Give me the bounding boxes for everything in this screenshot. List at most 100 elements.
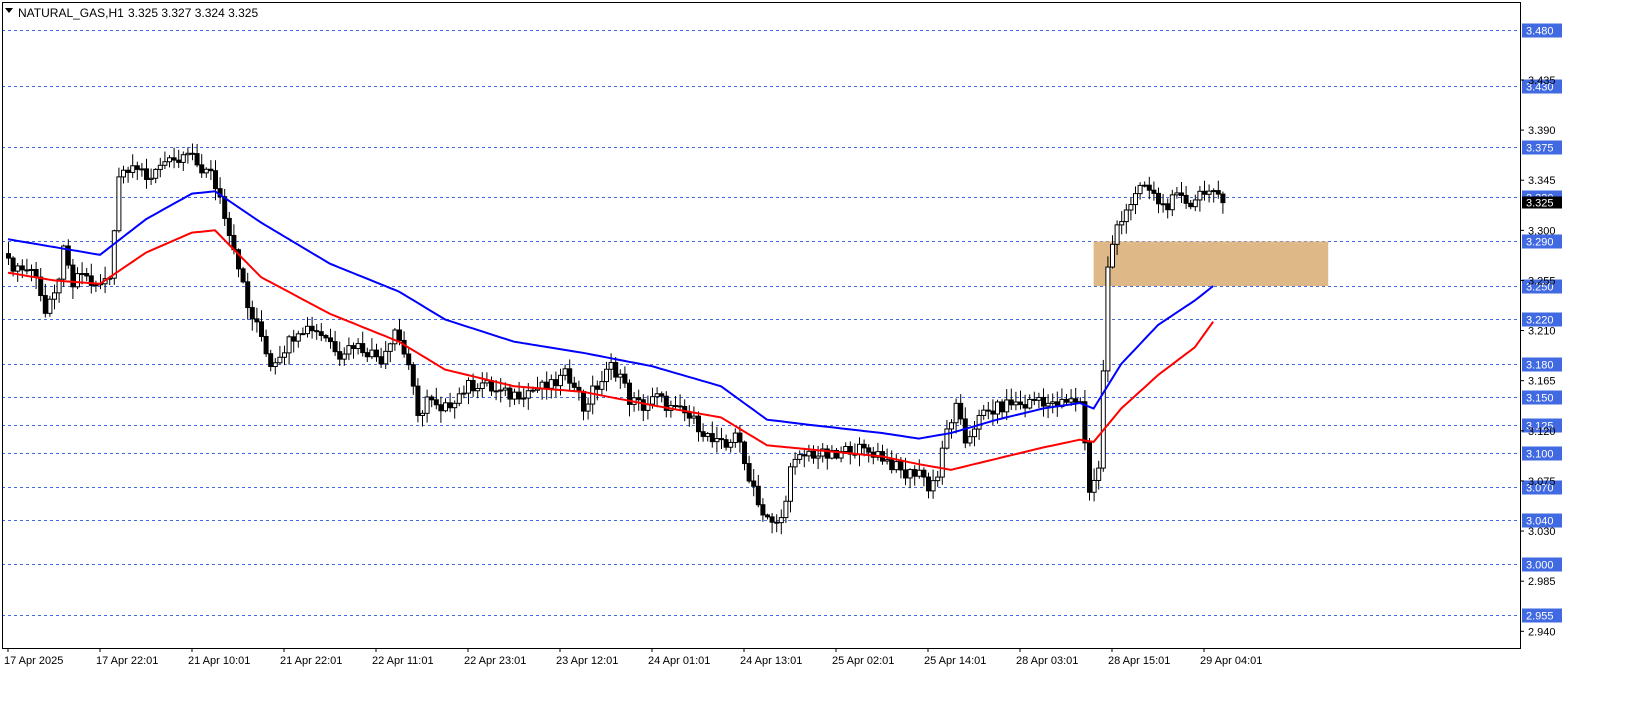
- candle[interactable]: [705, 431, 711, 442]
- candle[interactable]: [305, 317, 310, 338]
- candle[interactable]: [378, 347, 384, 369]
- candle[interactable]: [314, 323, 320, 340]
- candle[interactable]: [1054, 391, 1060, 417]
- candle[interactable]: [167, 155, 172, 168]
- candle[interactable]: [1137, 182, 1143, 200]
- candle[interactable]: [337, 341, 343, 366]
- candle[interactable]: [539, 379, 545, 400]
- candle[interactable]: [792, 452, 798, 475]
- candle[interactable]: [134, 161, 140, 180]
- candle[interactable]: [171, 147, 177, 169]
- candle[interactable]: [6, 242, 11, 266]
- candle[interactable]: [328, 328, 333, 349]
- candle[interactable]: [723, 434, 729, 451]
- candle[interactable]: [617, 369, 623, 389]
- candle[interactable]: [1119, 211, 1125, 235]
- candle[interactable]: [760, 498, 766, 522]
- candle[interactable]: [300, 327, 306, 336]
- candle[interactable]: [778, 509, 784, 535]
- candle[interactable]: [433, 387, 439, 410]
- candle[interactable]: [144, 158, 149, 189]
- candle[interactable]: [70, 258, 76, 299]
- candle[interactable]: [254, 307, 260, 333]
- candle[interactable]: [1013, 391, 1019, 411]
- candle[interactable]: [1188, 199, 1194, 210]
- candle[interactable]: [1004, 389, 1010, 421]
- candle[interactable]: [259, 310, 264, 342]
- candle[interactable]: [949, 419, 954, 439]
- candle[interactable]: [765, 513, 770, 520]
- candle[interactable]: [774, 514, 780, 533]
- candle[interactable]: [562, 364, 568, 381]
- candle[interactable]: [346, 337, 352, 361]
- candle[interactable]: [295, 330, 301, 348]
- candle[interactable]: [291, 329, 297, 353]
- candle[interactable]: [783, 495, 789, 523]
- candle[interactable]: [1100, 359, 1106, 472]
- candle[interactable]: [282, 345, 287, 366]
- candle[interactable]: [916, 459, 922, 479]
- ma-fast-line[interactable]: [7, 190, 1214, 440]
- candle[interactable]: [429, 394, 435, 408]
- candle[interactable]: [939, 440, 945, 485]
- candle[interactable]: [466, 377, 471, 405]
- candle[interactable]: [130, 154, 136, 178]
- candle[interactable]: [424, 389, 430, 423]
- candle[interactable]: [985, 401, 991, 420]
- candle[interactable]: [728, 439, 734, 453]
- candle[interactable]: [245, 272, 251, 320]
- candle[interactable]: [116, 167, 122, 233]
- candle[interactable]: [369, 338, 375, 360]
- candle[interactable]: [286, 334, 292, 365]
- candle[interactable]: [751, 469, 757, 497]
- candle[interactable]: [148, 168, 154, 185]
- candle[interactable]: [677, 394, 683, 411]
- candle[interactable]: [456, 387, 462, 407]
- candle[interactable]: [516, 381, 522, 405]
- candle[interactable]: [548, 374, 554, 399]
- candle[interactable]: [153, 168, 159, 184]
- candle[interactable]: [1179, 181, 1184, 203]
- candle[interactable]: [581, 389, 586, 421]
- candle[interactable]: [732, 428, 738, 448]
- candle[interactable]: [797, 450, 803, 464]
- candle[interactable]: [1031, 391, 1037, 406]
- candle[interactable]: [272, 357, 278, 375]
- candle[interactable]: [52, 284, 57, 310]
- candle[interactable]: [360, 331, 366, 357]
- candle[interactable]: [410, 362, 416, 395]
- time-axis[interactable]: 17 Apr 2025 17 Apr 22:01 21 Apr 10:01 21 Ap…: [4, 648, 1262, 667]
- candle[interactable]: [452, 400, 458, 419]
- candle[interactable]: [415, 378, 421, 423]
- candle[interactable]: [719, 427, 724, 450]
- candle[interactable]: [1018, 390, 1023, 410]
- candle[interactable]: [921, 467, 927, 487]
- candle[interactable]: [121, 165, 126, 184]
- candle[interactable]: [461, 385, 467, 399]
- candle[interactable]: [475, 383, 481, 399]
- candle[interactable]: [820, 443, 826, 463]
- candle[interactable]: [208, 160, 214, 181]
- candle[interactable]: [599, 371, 605, 395]
- candle[interactable]: [1128, 197, 1134, 221]
- candle[interactable]: [332, 330, 338, 356]
- candle[interactable]: [953, 398, 959, 434]
- candle[interactable]: [622, 366, 628, 388]
- candle[interactable]: [33, 261, 39, 290]
- candle[interactable]: [640, 394, 646, 422]
- candle[interactable]: [1064, 393, 1069, 405]
- candle[interactable]: [1091, 468, 1097, 502]
- candle[interactable]: [1165, 198, 1171, 219]
- candle[interactable]: [374, 343, 379, 362]
- candle[interactable]: [659, 391, 665, 403]
- candle[interactable]: [199, 154, 205, 178]
- candle[interactable]: [1027, 394, 1033, 410]
- candle[interactable]: [79, 262, 85, 285]
- candle[interactable]: [489, 376, 494, 396]
- candle[interactable]: [696, 411, 701, 442]
- candle[interactable]: [24, 258, 30, 275]
- candle[interactable]: [700, 423, 706, 442]
- candle[interactable]: [351, 342, 356, 359]
- candle[interactable]: [1041, 388, 1046, 417]
- candle[interactable]: [420, 410, 425, 427]
